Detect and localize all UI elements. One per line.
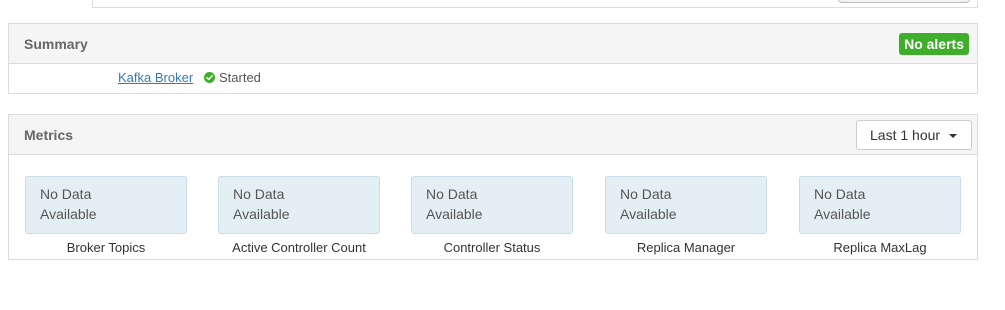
metrics-panel-heading: Metrics Last 1 hour (9, 115, 977, 155)
widget-no-data-text: No Data Available (620, 184, 720, 224)
caret-down-icon (949, 134, 957, 138)
metrics-title: Metrics (24, 127, 74, 143)
summary-body: Kafka Broker Started (9, 64, 977, 94)
metric-label-active-controller-count: Active Controller Count (232, 240, 366, 255)
widget-no-data-line2: Available (233, 206, 290, 222)
time-range-label: Last 1 hour (870, 127, 941, 143)
component-status: Started (219, 70, 261, 85)
alerts-badge[interactable]: No alerts (899, 33, 969, 55)
top-cutoff-area (0, 0, 1005, 10)
metric-label-controller-status: Controller Status (443, 240, 541, 255)
metric-label-replica-maxlag: Replica MaxLag (833, 240, 927, 255)
widget-no-data-line1: No Data (814, 186, 866, 202)
widget-no-data-line2: Available (426, 206, 483, 222)
widget-no-data-text: No Data Available (40, 184, 140, 224)
time-range-dropdown[interactable]: Last 1 hour (856, 120, 972, 150)
metrics-panel: Metrics Last 1 hour No Data Available Br… (8, 114, 978, 260)
widget-no-data-text: No Data Available (233, 184, 333, 224)
widget-no-data-text: No Data Available (426, 184, 526, 224)
metric-widget-active-controller-count[interactable]: No Data Available (218, 176, 380, 234)
metric-widget-broker-topics[interactable]: No Data Available (25, 176, 187, 234)
metric-widget-replica-manager[interactable]: No Data Available (605, 176, 767, 234)
widget-no-data-line1: No Data (426, 186, 478, 202)
active-tab-edge (8, 0, 93, 8)
widget-no-data-line2: Available (40, 206, 97, 222)
widget-no-data-line1: No Data (620, 186, 672, 202)
metric-widget-replica-maxlag[interactable]: No Data Available (799, 176, 961, 234)
summary-panel: Summary No alerts Kafka Broker Started (8, 23, 978, 94)
metric-label-replica-manager: Replica Manager (636, 240, 736, 255)
top-button-edge[interactable] (838, 0, 970, 3)
kafka-broker-link[interactable]: Kafka Broker (118, 70, 193, 85)
widget-no-data-line2: Available (814, 206, 871, 222)
check-circle-icon (204, 72, 215, 83)
metric-widget-controller-status[interactable]: No Data Available (411, 176, 573, 234)
widget-no-data-line2: Available (620, 206, 677, 222)
widget-no-data-line1: No Data (233, 186, 285, 202)
widget-no-data-line1: No Data (40, 186, 92, 202)
widget-no-data-text: No Data Available (814, 184, 914, 224)
summary-title: Summary (24, 36, 88, 52)
summary-panel-heading: Summary No alerts (9, 24, 977, 64)
metric-label-broker-topics: Broker Topics (66, 240, 146, 255)
